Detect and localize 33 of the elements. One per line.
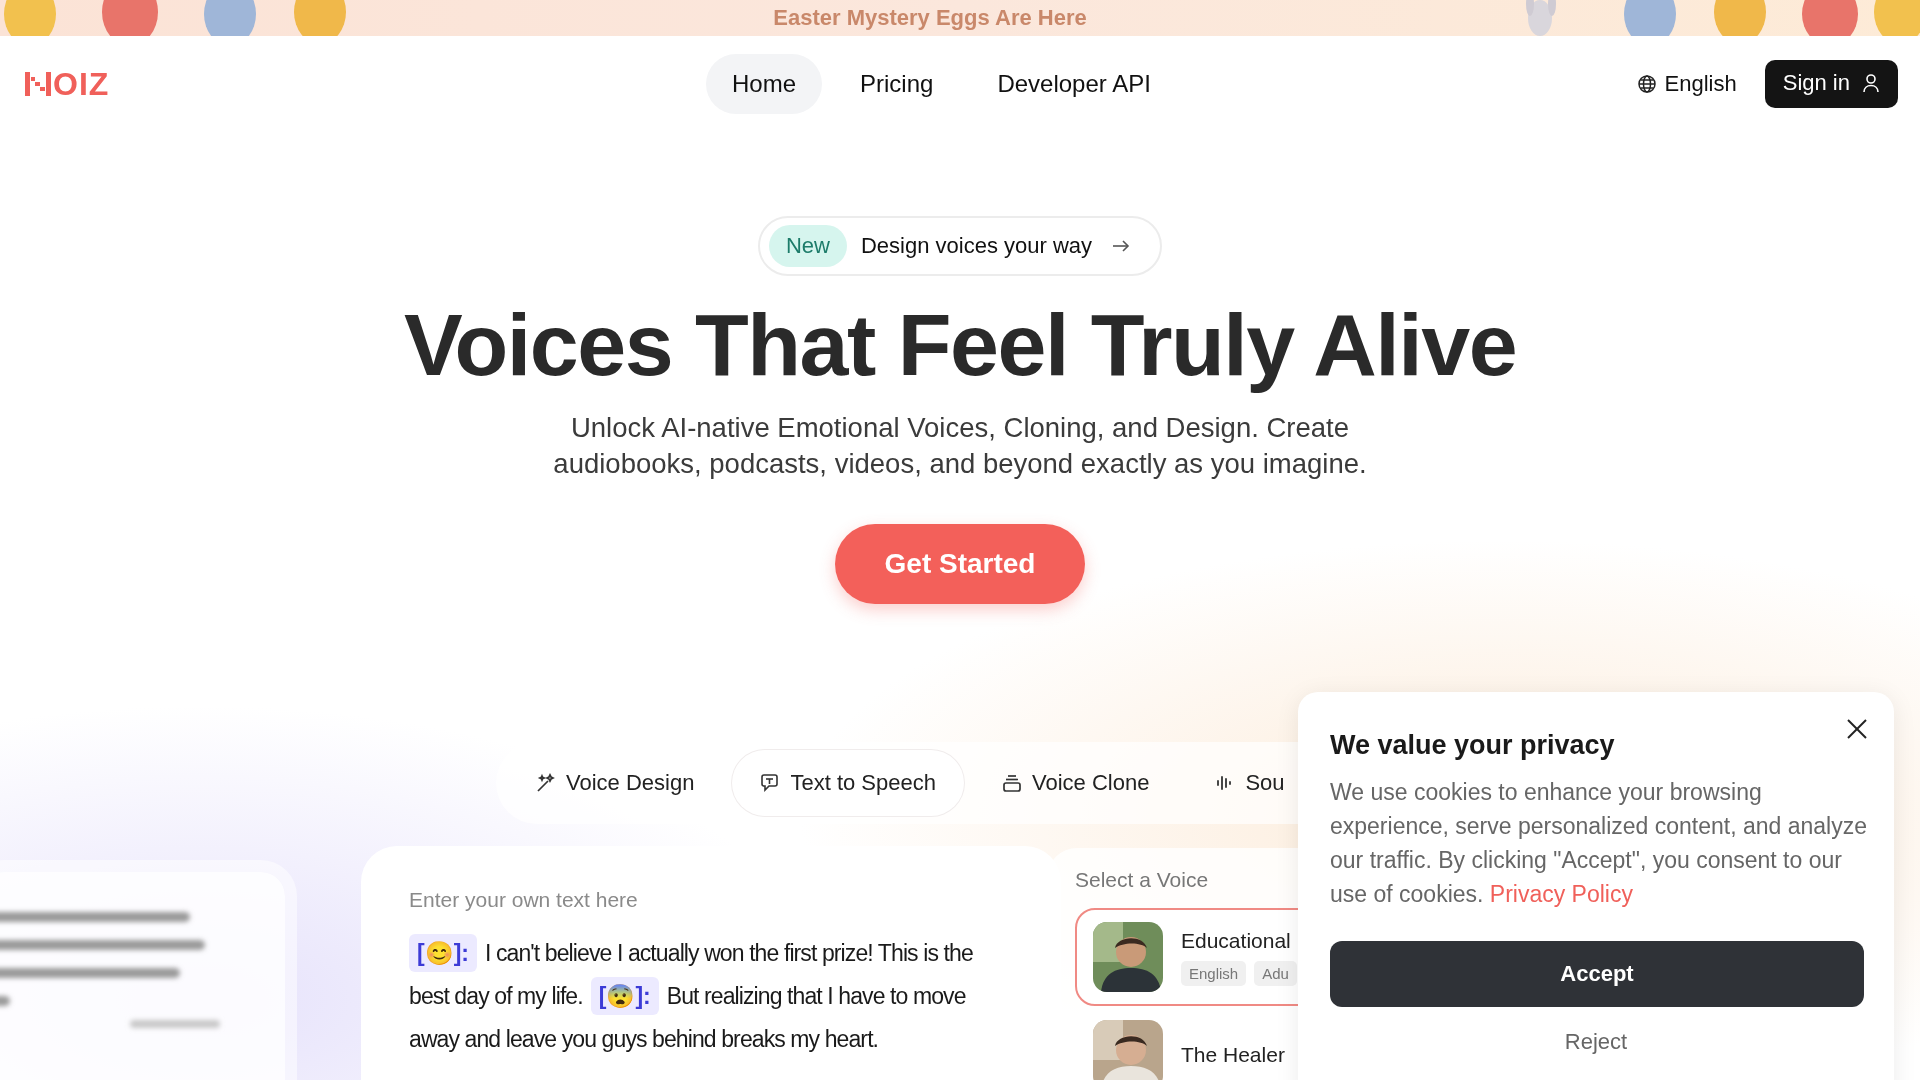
- voice-tag: Adu: [1254, 960, 1297, 986]
- voice-card[interactable]: Educational English Adu: [1075, 908, 1298, 1006]
- mode-tab[interactable]: Text to Speech: [732, 750, 964, 816]
- reject-button[interactable]: Reject: [1544, 1019, 1648, 1065]
- nav-link[interactable]: Developer API: [971, 54, 1177, 114]
- mode-tab[interactable]: Voice Clone: [973, 750, 1178, 816]
- logo-mark-icon: [25, 72, 51, 96]
- mode-tab[interactable]: Sou: [1187, 750, 1298, 816]
- dialog-title: We value your privacy: [1330, 730, 1616, 761]
- nav-link[interactable]: Pricing: [834, 54, 960, 114]
- consent-text: We use cookies to enhance your browsing experience, serve personalized content, and analyze our traffic. By clicking "Accept", you consent to our use of cookies. Privacy Policy: [1330, 778, 1868, 909]
- voice-panel-label: Select a Voice: [1075, 868, 1210, 892]
- text-bubble-icon: [760, 773, 781, 793]
- voice-name: Educational: [1181, 928, 1292, 953]
- sample-text: [😊]: I can't believe I actually won the first prize! This is the best day of my life. [😨]: But realizing that I have to move away and leave you guys behind breaks my heart.: [409, 932, 1009, 1061]
- sign-in-button[interactable]: Sign in: [1764, 60, 1898, 108]
- close-button[interactable]: [1846, 718, 1868, 740]
- magic-wand-icon: [536, 773, 556, 793]
- globe-icon: [1636, 74, 1657, 94]
- headline: Voices That Feel Truly Alive: [403, 294, 1517, 396]
- new-badge: New: [768, 225, 847, 267]
- nav-link[interactable]: Home: [706, 54, 823, 114]
- arrow-right-icon: [1112, 239, 1131, 253]
- voice-name: The Healer: [1181, 1043, 1285, 1067]
- subtitle: Unlock AI-native Emotional Voices, Cloning, and Design. Create audiobooks, podcasts, videos, and beyond exactly as you imagine.: [552, 411, 1368, 481]
- language-button[interactable]: English: [1636, 71, 1737, 97]
- accept-button[interactable]: Accept: [1330, 941, 1864, 1007]
- close-icon: [1846, 718, 1868, 740]
- voice-tag: English: [1181, 960, 1247, 986]
- user-icon: [1862, 73, 1880, 93]
- mode-tab[interactable]: Voice Design: [508, 750, 723, 816]
- stack-icon: [1001, 773, 1022, 793]
- announcement-link[interactable]: New Design voices your way: [757, 216, 1163, 276]
